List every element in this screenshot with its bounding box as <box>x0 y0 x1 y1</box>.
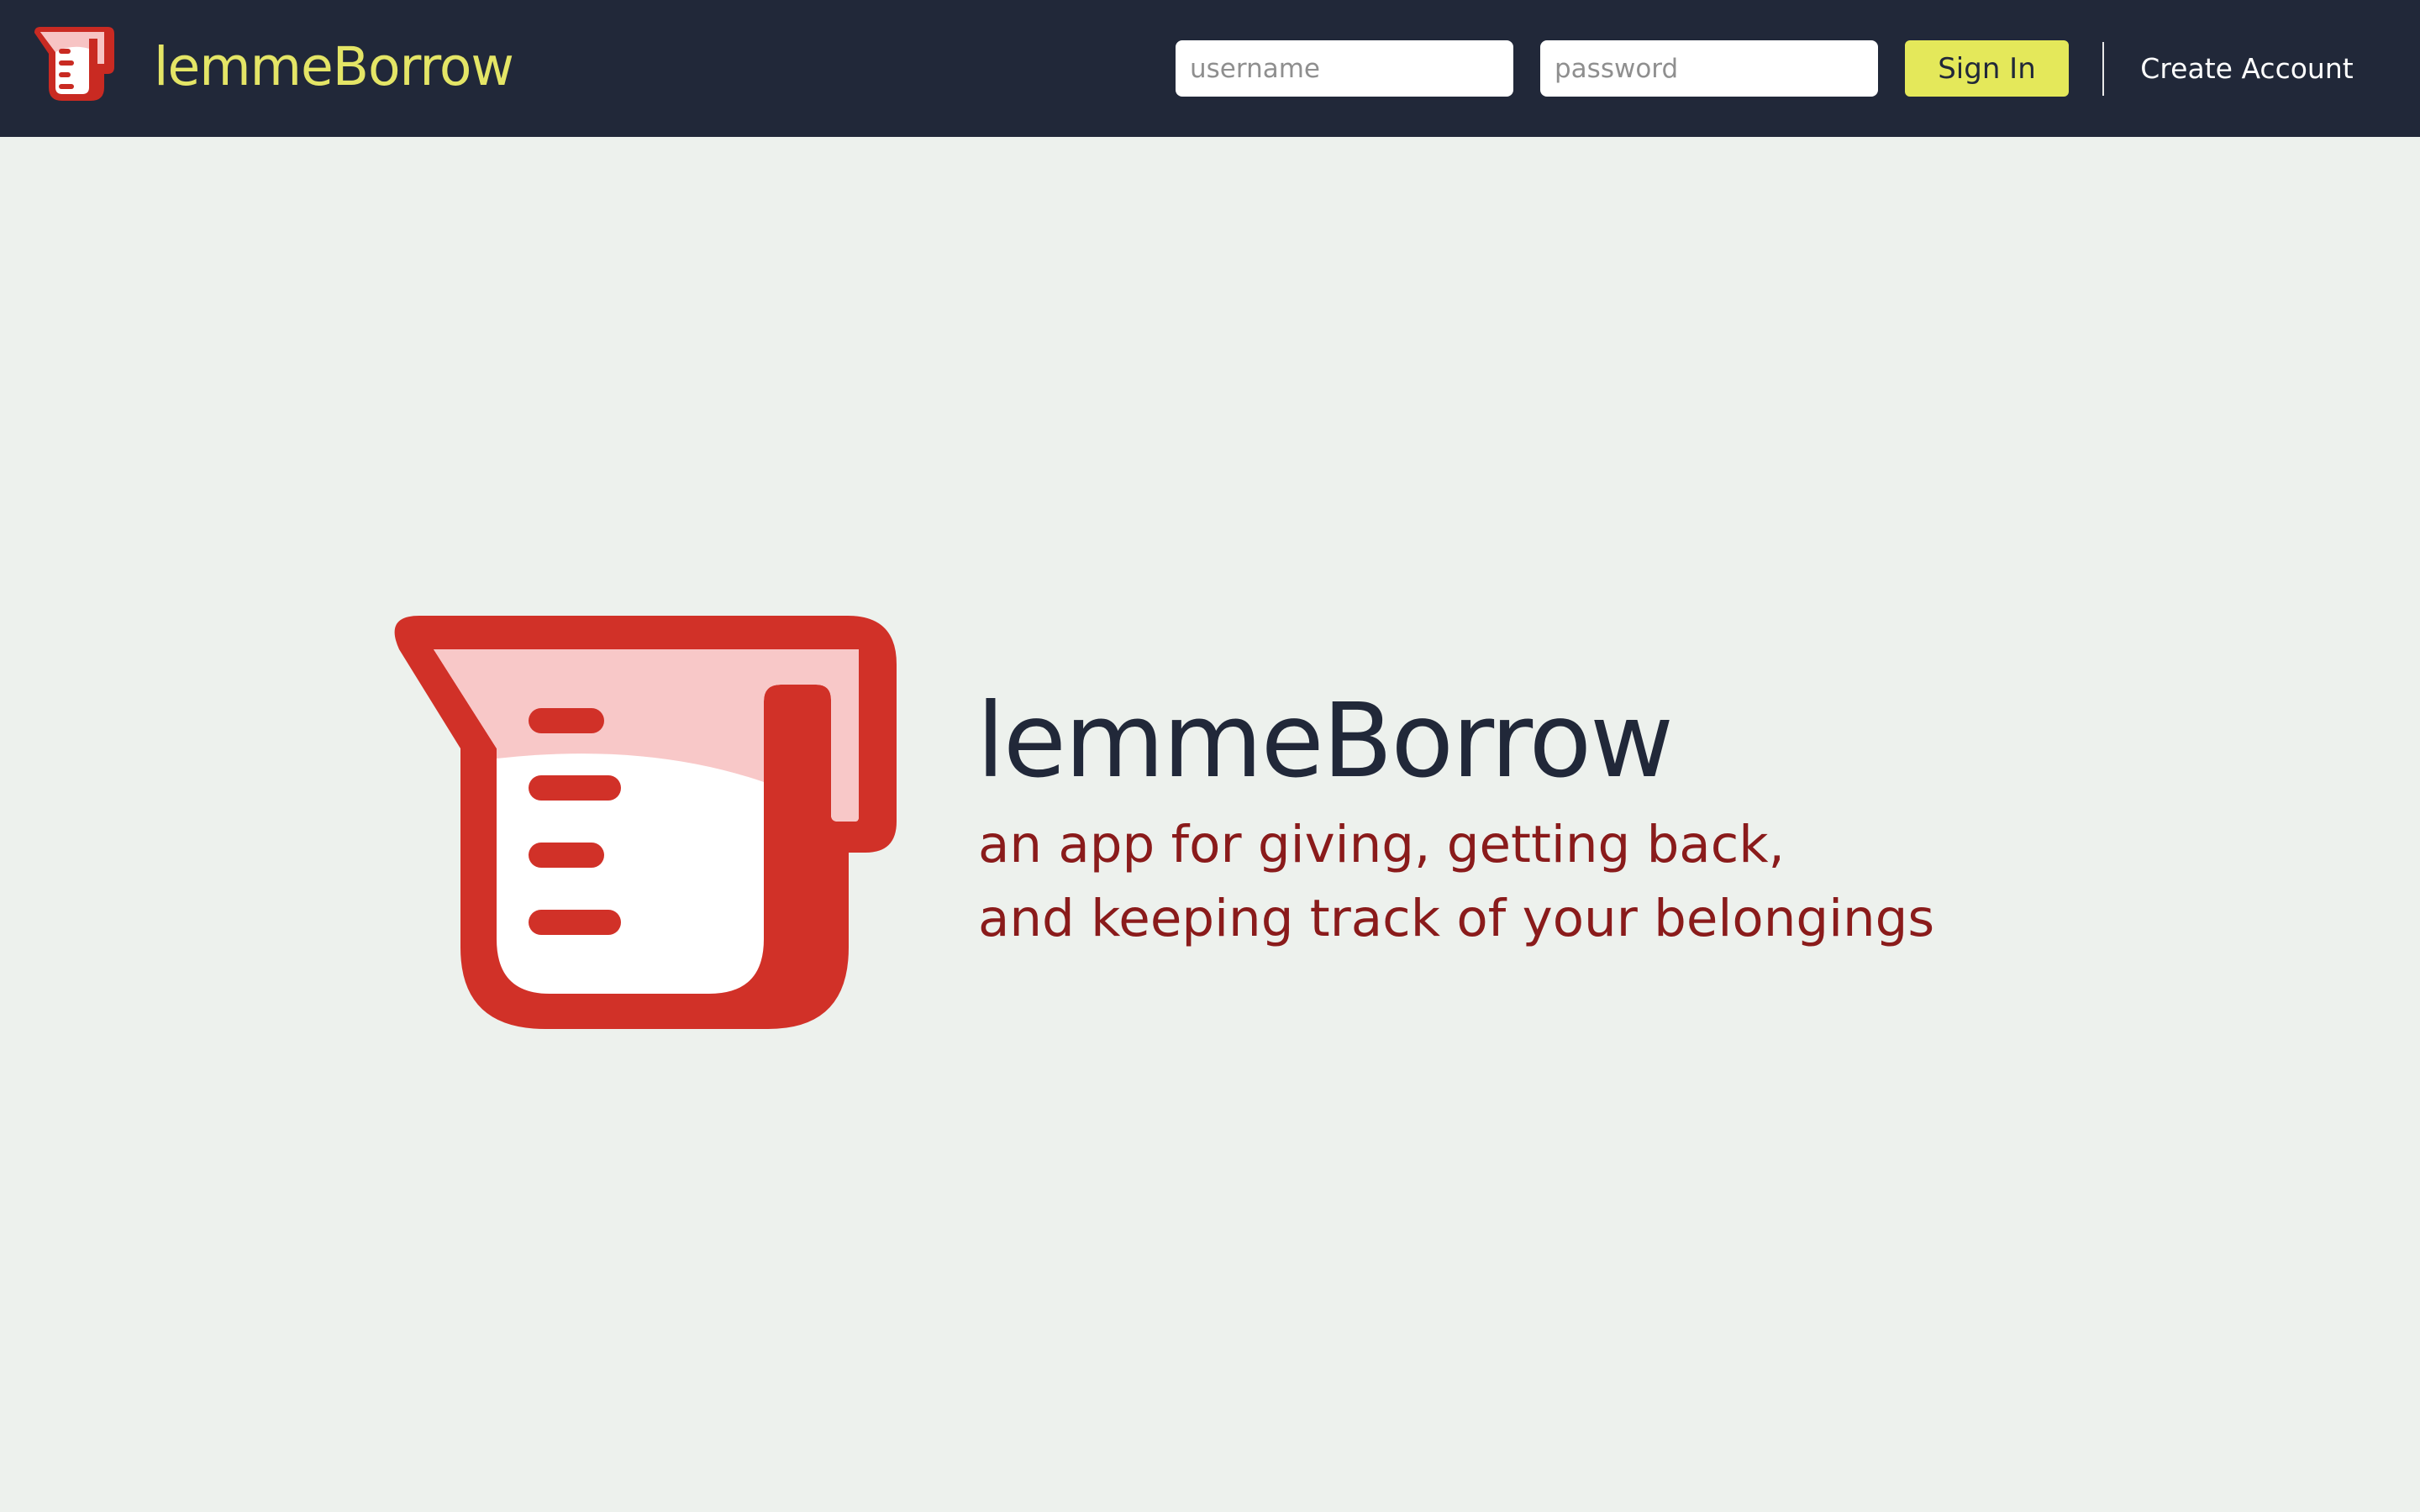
sign-in-button[interactable]: Sign In <box>1905 40 2069 97</box>
hero-tagline: an app for giving, getting back, and kee… <box>978 808 1934 956</box>
hero-tagline-line1: an app for giving, getting back, <box>978 815 1785 874</box>
hero-tagline-line2: and keeping track of your belongings <box>978 889 1935 948</box>
measuring-cup-icon <box>394 616 897 1029</box>
nav-divider <box>2102 42 2104 96</box>
top-navbar: lemmeBorrow Sign In Create Account <box>0 0 2420 137</box>
nav-brand-name[interactable]: lemmeBorrow <box>154 31 514 103</box>
create-account-link[interactable]: Create Account <box>2121 40 2373 97</box>
password-input[interactable] <box>1540 40 1878 97</box>
hero-title: lemmeBorrow <box>976 681 1674 801</box>
username-input[interactable] <box>1176 40 1513 97</box>
measuring-cup-icon[interactable] <box>30 24 118 104</box>
